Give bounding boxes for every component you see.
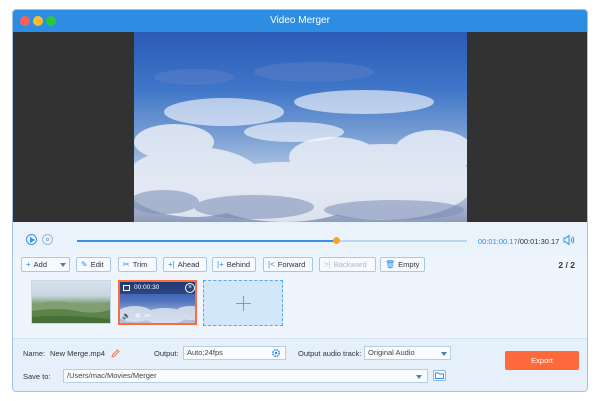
output-label: Output: xyxy=(154,349,179,358)
chevron-down-icon[interactable] xyxy=(416,375,422,379)
ahead-icon: +| xyxy=(168,260,175,269)
trash-icon: 🗑 xyxy=(385,260,396,269)
save-path-field[interactable]: /Users/mac/Movies/Merger xyxy=(63,369,428,383)
gear-icon[interactable] xyxy=(271,348,281,358)
stop-icon xyxy=(46,238,49,241)
progress-fill xyxy=(77,240,337,242)
empty-label: Empty xyxy=(398,260,420,269)
trim-label: Trim xyxy=(132,260,148,269)
forward-icon: |< xyxy=(268,260,275,269)
forward-label: Forward xyxy=(277,260,306,269)
clip-thumbnail-landscape[interactable] xyxy=(31,280,111,324)
page-separator: / xyxy=(565,260,568,270)
ahead-label: Ahead xyxy=(177,260,200,269)
trim-button[interactable]: ✂ Trim xyxy=(118,257,157,272)
forward-button[interactable]: |< Forward xyxy=(263,257,313,272)
add-clip-tile[interactable] xyxy=(203,280,283,326)
play-button[interactable] xyxy=(26,234,37,245)
progress-handle[interactable] xyxy=(332,237,340,244)
add-label: Add xyxy=(33,260,48,269)
behind-button[interactable]: |+ Behind xyxy=(212,257,256,272)
preview-frame xyxy=(134,32,467,222)
app-window: Video Merger 00:01:00.17/00:01:30.17 + A… xyxy=(12,9,588,392)
behind-icon: |+ xyxy=(217,260,224,269)
audio-track-label: Output audio track: xyxy=(298,349,362,358)
volume-icon[interactable] xyxy=(563,234,575,246)
behind-label: Behind xyxy=(226,260,251,269)
save-to-label: Save to: xyxy=(23,372,51,381)
edit-icon: ✎ xyxy=(81,260,88,269)
stop-button[interactable] xyxy=(42,234,53,245)
output-settings: Name: New Merge.mp4 Output: Auto;24fps O… xyxy=(13,338,587,391)
clip-tools: 🔈 ✲ ✂ xyxy=(122,312,150,322)
audio-icon[interactable]: 🔈 xyxy=(122,312,131,322)
page-total: 2 xyxy=(570,260,575,270)
play-icon xyxy=(30,237,35,243)
film-icon xyxy=(123,285,130,291)
clip-toolbar: + Add ✎ Edit ✂ Trim +| Ahead |+ Behind |< Forw… xyxy=(13,255,587,277)
progress-track[interactable] xyxy=(77,237,467,244)
effects-icon[interactable]: ✲ xyxy=(135,312,141,322)
total-time: 00:01:30.17 xyxy=(519,237,560,246)
backward-button[interactable]: >| Backward xyxy=(319,257,376,272)
ahead-button[interactable]: +| Ahead xyxy=(163,257,207,272)
cut-icon[interactable]: ✂ xyxy=(145,312,151,322)
scissors-icon: ✂ xyxy=(123,260,130,269)
landscape-image xyxy=(32,301,110,323)
page-counter: 2 / 2 xyxy=(558,260,575,270)
rename-icon[interactable] xyxy=(111,349,120,358)
clip-duration: 00:00:30 xyxy=(134,284,160,291)
name-value: New Merge.mp4 xyxy=(50,349,106,358)
name-label: Name: xyxy=(23,349,46,358)
page-current: 2 xyxy=(558,260,564,270)
clouds-image xyxy=(134,62,467,222)
chevron-down-icon[interactable] xyxy=(60,263,66,267)
video-preview xyxy=(13,32,587,222)
edit-button[interactable]: ✎ Edit xyxy=(76,257,111,272)
audio-track-select[interactable]: Original Audio xyxy=(364,346,451,360)
remove-clip-icon[interactable]: × xyxy=(185,283,195,293)
chevron-down-icon[interactable] xyxy=(441,352,447,356)
clip-thumbnail-clouds[interactable]: 00:00:30 × 🔈 ✲ ✂ xyxy=(118,280,197,325)
window-title: Video Merger xyxy=(270,15,330,26)
folder-button[interactable] xyxy=(433,370,446,381)
export-button[interactable]: Export xyxy=(505,351,579,370)
clip-strip: 00:00:30 × 🔈 ✲ ✂ xyxy=(13,277,587,347)
current-time: 00:01:00.17 xyxy=(478,237,518,246)
plus-icon-v xyxy=(243,296,244,311)
add-button[interactable]: + Add xyxy=(21,257,70,272)
time-readout: 00:01:00.17/00:01:30.17 xyxy=(478,237,559,246)
edit-label: Edit xyxy=(90,260,104,269)
backward-label: Backward xyxy=(333,260,367,269)
title-bar: Video Merger xyxy=(13,10,587,32)
folder-icon xyxy=(435,372,444,379)
backward-icon: >| xyxy=(324,260,331,269)
playback-bar: 00:01:00.17/00:01:30.17 xyxy=(13,222,587,255)
empty-button[interactable]: 🗑 Empty xyxy=(380,257,425,272)
plus-icon: + xyxy=(26,260,31,269)
